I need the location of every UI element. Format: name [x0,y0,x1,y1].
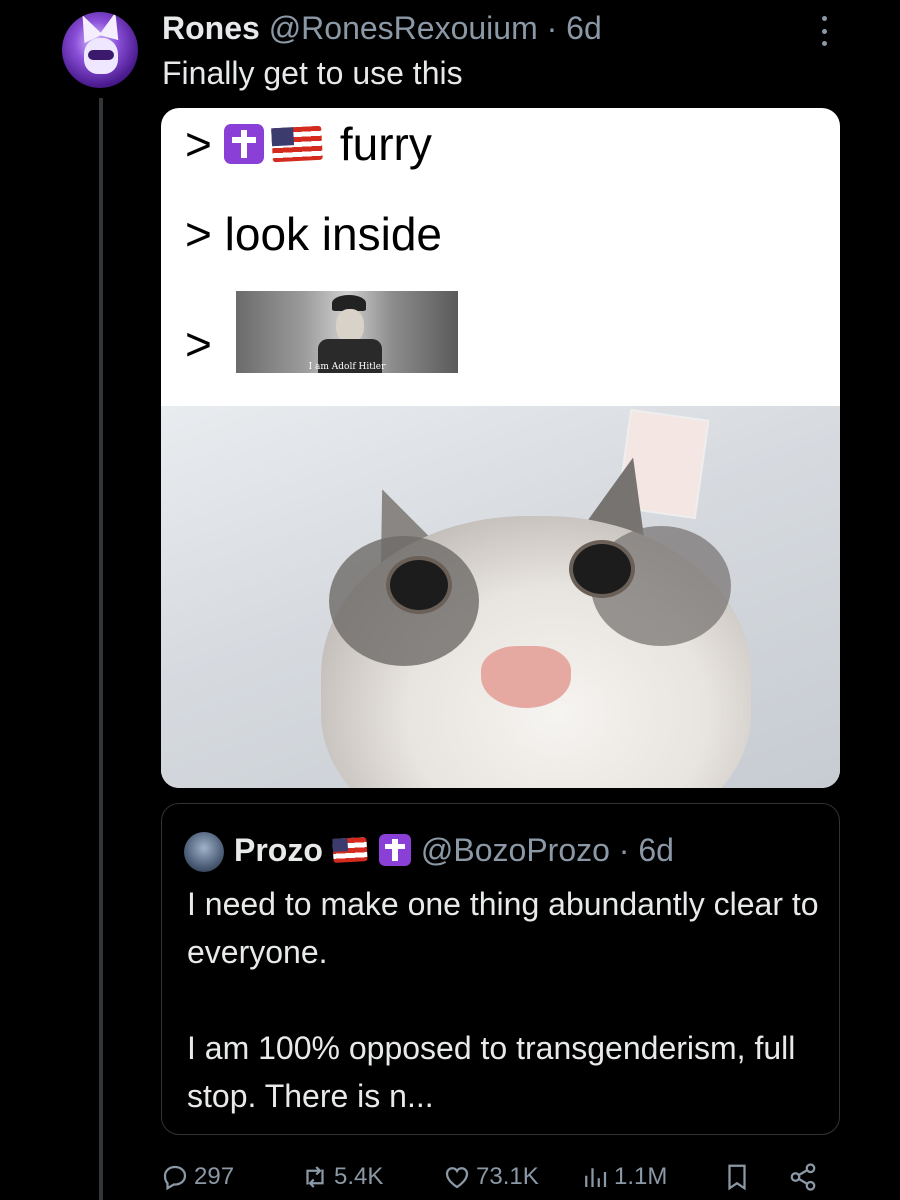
latin-cross-icon [378,834,411,866]
quoted-post[interactable]: Prozo @BozoProzo · 6d I need to make one… [161,803,840,1135]
post-media-image[interactable]: > furry > look inside > I am Adolf Hitle… [161,108,840,788]
quote-paragraph-1: I need to make one thing abundantly clea… [187,886,819,970]
reply-count: 297 [194,1163,235,1190]
quote-paragraph-2: I am 100% opposed to transgenderism, ful… [187,1030,796,1114]
quote-header: Prozo @BozoProzo · 6d [234,830,674,870]
like-button[interactable]: 73.1K [442,1157,539,1197]
share-icon [790,1163,816,1191]
quote-author-handle-time[interactable]: @BozoProzo · 6d [421,830,674,870]
repost-button[interactable]: 5.4K [300,1157,383,1197]
quote-author-name[interactable]: Prozo [234,830,323,870]
repost-count: 5.4K [334,1163,384,1190]
bookmark-button[interactable] [722,1157,756,1197]
views-chart-icon [585,1168,607,1187]
quote-text: I need to make one thing abundantly clea… [187,880,827,1120]
author-avatar[interactable] [62,12,138,88]
post-header: Rones @RonesRexouium · 6d [162,8,602,48]
latin-cross-icon [223,124,264,164]
meme-line-2: > look inside [185,208,442,260]
us-flag-icon [271,125,323,163]
reply-button[interactable]: 297 [160,1157,234,1197]
cat-photo [161,406,840,788]
heart-icon [445,1167,469,1189]
reply-icon [163,1165,187,1191]
author-name[interactable]: Rones [162,10,260,46]
meme-line-3: > [185,318,212,370]
meme-line-1: > furry [185,118,432,170]
action-bar: 297 5.4K 73.1K 1.1M [160,1157,840,1197]
embedded-photo-caption: I am Adolf Hitler [308,362,386,372]
meme-embedded-photo: I am Adolf Hitler [236,291,458,373]
views-button[interactable]: 1.1M [580,1157,667,1197]
more-dots-icon[interactable] [812,16,836,46]
author-handle-time[interactable]: @RonesRexouium · 6d [269,10,602,46]
post-text: Finally get to use this [162,55,463,91]
repost-icon [306,1166,324,1188]
like-count: 73.1K [476,1163,539,1190]
thread-line [99,98,103,1200]
us-flag-icon [332,837,368,863]
bookmark-icon [728,1164,746,1191]
views-count: 1.1M [614,1163,668,1190]
share-button[interactable] [788,1157,822,1197]
quote-author-avatar[interactable] [184,832,224,872]
